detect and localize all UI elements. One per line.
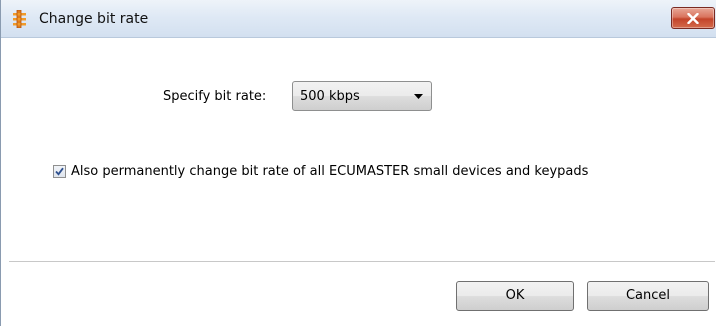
bit-rate-value: 500 kbps	[300, 89, 360, 104]
bit-rate-select[interactable]: 500 kbps	[292, 81, 432, 111]
title-bar[interactable]: Change bit rate	[1, 0, 716, 38]
also-change-label[interactable]: Also permanently change bit rate of all …	[71, 164, 588, 180]
bit-rate-label: Specify bit rate:	[163, 89, 267, 104]
cancel-button[interactable]: Cancel	[587, 281, 709, 311]
close-button[interactable]	[671, 7, 715, 29]
dialog-content: Specify bit rate: 500 kbps Also permanen…	[1, 38, 716, 326]
also-change-checkbox[interactable]	[53, 165, 66, 178]
chevron-down-icon	[414, 94, 423, 99]
change-bit-rate-dialog: Change bit rate Specify bit rate: 500 kb…	[0, 0, 716, 326]
separator	[9, 261, 715, 263]
ecumaster-icon	[12, 9, 28, 29]
close-icon	[687, 13, 699, 24]
window-title: Change bit rate	[39, 11, 149, 27]
ok-button[interactable]: OK	[456, 281, 574, 311]
checkmark-icon	[55, 167, 64, 176]
